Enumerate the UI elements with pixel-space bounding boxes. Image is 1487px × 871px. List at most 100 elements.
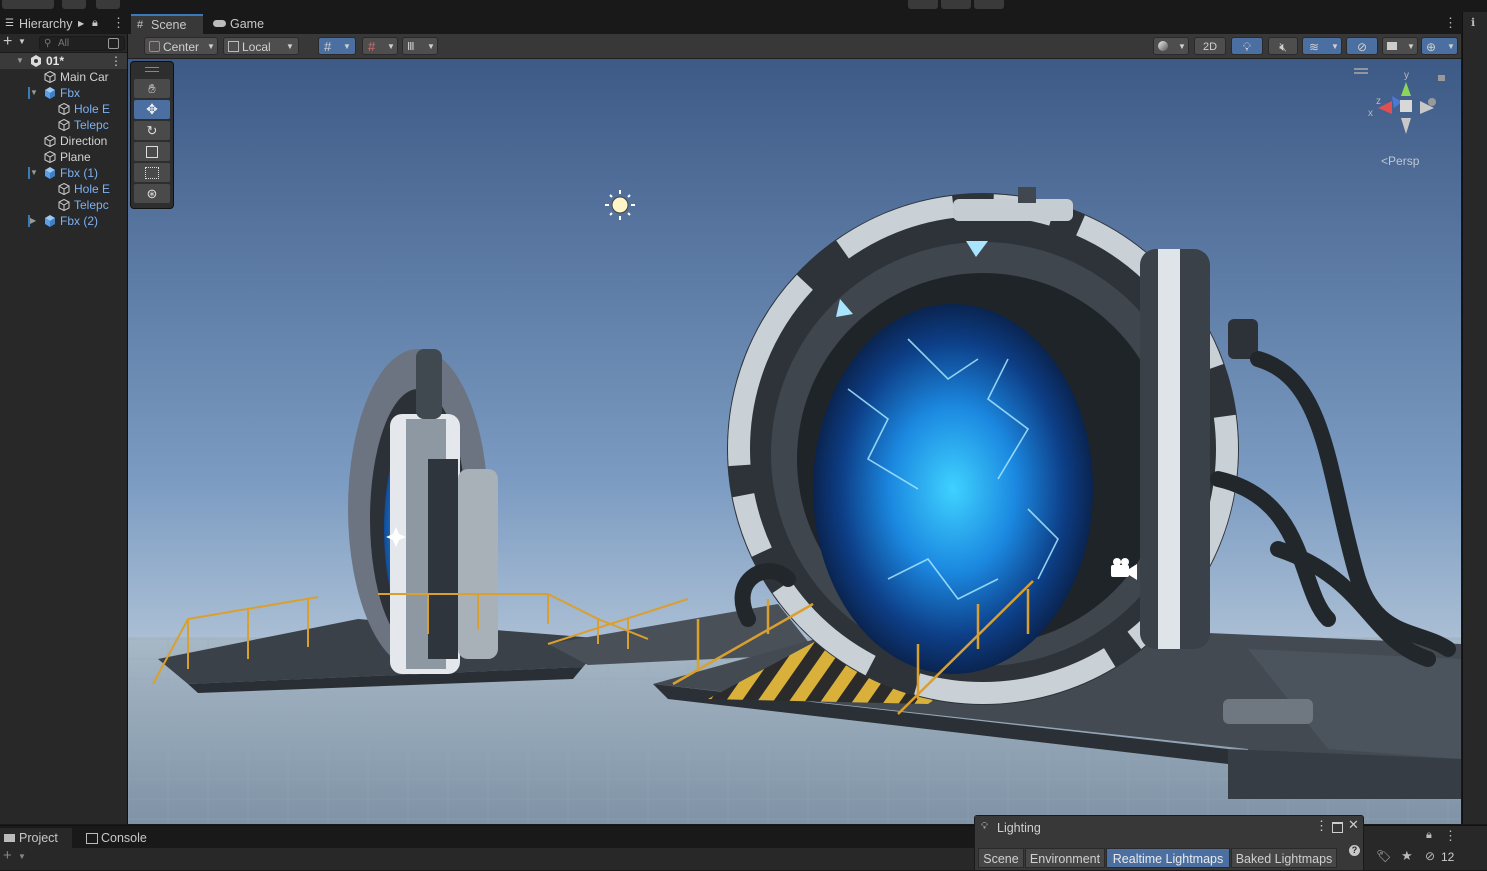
hierarchy-item[interactable]: Telepc: [0, 197, 127, 213]
lighting-toggle-button[interactable]: 💡︎: [1231, 37, 1263, 55]
gizmos-button[interactable]: ⊕ ▼: [1421, 37, 1458, 55]
hierarchy-item[interactable]: Telepc: [0, 117, 127, 133]
lighting-tab[interactable]: Realtime Lightmaps: [1106, 848, 1230, 868]
play-button[interactable]: [908, 0, 938, 9]
scene-viewport[interactable]: y x z <Persp: [128, 59, 1461, 824]
scene-more-icon[interactable]: ⋮: [110, 53, 122, 69]
increment-snap-button[interactable]: Ⅲ ▼: [402, 37, 438, 55]
panel-tab-row: ☰ Hierarchy ▶ 🔒︎ ⋮ # Scene Game ⋮: [0, 12, 1487, 35]
pivot-space-dropdown[interactable]: Local ▼: [223, 37, 299, 55]
draw-mode-button[interactable]: ▼: [1153, 37, 1189, 55]
pivot-mode-dropdown[interactable]: Center ▼: [144, 37, 218, 55]
hierarchy-item[interactable]: ▶ Fbx (2): [0, 213, 127, 229]
chevron-down-icon[interactable]: ▼: [30, 85, 40, 101]
hierarchy-item[interactable]: ▼ Fbx (1): [0, 165, 127, 181]
tab-game-label: Game: [230, 17, 265, 31]
console-icon: [86, 833, 98, 844]
gameobject-cube-icon: [58, 182, 70, 196]
lighting-title-tab[interactable]: 💡︎ Lighting: [975, 816, 1061, 840]
folder-icon: [4, 834, 15, 842]
chevron-down-icon[interactable]: ▼: [16, 53, 26, 69]
lightbulb-icon: 💡︎: [981, 821, 988, 832]
lighting-tab[interactable]: Environment: [1025, 848, 1105, 868]
info-icon[interactable]: ℹ︎: [1471, 16, 1475, 29]
search-icon: ⚲: [44, 38, 52, 49]
gameobject-cube-icon: [44, 70, 56, 84]
move-tool-button[interactable]: ✥: [134, 100, 170, 119]
pivot-mode-label: Center: [163, 40, 200, 54]
favorite-star-icon[interactable]: ★: [1401, 848, 1413, 864]
chevron-down-icon[interactable]: ▼: [30, 165, 40, 181]
tab-scene[interactable]: # Scene: [131, 14, 203, 34]
lighting-tab[interactable]: Scene: [978, 848, 1024, 868]
chevron-down-icon: ▼: [207, 42, 215, 51]
tab-game[interactable]: Game: [210, 14, 280, 34]
close-icon[interactable]: ✕: [1348, 817, 1359, 833]
hierarchy-more-icon[interactable]: ⋮: [112, 15, 125, 31]
lighting-window: 💡︎ Lighting ⋮ ✕ Scene Environment Realtime…: [974, 815, 1364, 871]
chevron-down-icon[interactable]: ▼: [18, 37, 26, 46]
hierarchy-item-label: Fbx (2): [60, 214, 99, 228]
chevron-down-icon: ▼: [427, 42, 435, 51]
account-button[interactable]: [2, 0, 54, 9]
scene-visibility-button[interactable]: ⊘: [1346, 37, 1378, 55]
gizmo-globe-icon: ⊕: [1426, 40, 1437, 54]
scene-render: y x z <Persp: [128, 59, 1461, 824]
camera-settings-button[interactable]: ▼: [1382, 37, 1418, 55]
tab-project[interactable]: Project: [0, 828, 72, 848]
scale-tool-button[interactable]: [134, 142, 170, 161]
palette-grip-icon[interactable]: [145, 67, 159, 72]
tab-console[interactable]: Console: [84, 828, 164, 848]
tab-hierarchy[interactable]: ☰ Hierarchy ▶ 🔒︎: [2, 14, 102, 34]
hierarchy-list: ▼ 01* ⋮ Main Car ▼ Fbx Hole E Telepc Direction Pl…: [0, 53, 127, 229]
hierarchy-search-input[interactable]: ⚲ All: [39, 36, 125, 51]
pause-button[interactable]: [941, 0, 971, 9]
rect-tool-button[interactable]: [134, 163, 170, 182]
hidden-eye-icon[interactable]: ⊘: [1425, 849, 1435, 863]
lock-icon[interactable]: 🔒︎: [92, 13, 98, 33]
hierarchy-item[interactable]: ▼ Fbx: [0, 85, 127, 101]
lighting-more-icon[interactable]: ⋮: [1315, 818, 1328, 834]
shading-sphere-icon: [1158, 41, 1168, 51]
hierarchy-item-label: Hole E: [74, 102, 111, 116]
hierarchy-item-label: Main Car: [60, 70, 109, 84]
gameobject-cube-icon: [58, 198, 70, 212]
hierarchy-scene-row[interactable]: ▼ 01* ⋮: [0, 53, 127, 69]
chevron-down-icon[interactable]: ▼: [18, 852, 26, 861]
label-tag-icon[interactable]: 🏷︎: [1376, 849, 1391, 863]
add-icon[interactable]: +: [3, 847, 12, 864]
collab-button[interactable]: [96, 0, 120, 9]
hierarchy-item-label: Telepc: [74, 198, 109, 212]
grid-snap-button[interactable]: # ▼: [318, 37, 356, 55]
transform-icon: ⊛: [146, 185, 158, 201]
cloud-button[interactable]: [62, 0, 86, 9]
filter-icon[interactable]: [108, 38, 119, 49]
grid-visibility-button[interactable]: # ▼: [362, 37, 398, 55]
scene-more-icon[interactable]: ⋮: [1444, 15, 1457, 31]
hierarchy-item[interactable]: Direction: [0, 133, 127, 149]
hierarchy-item[interactable]: Hole E: [0, 181, 127, 197]
2d-toggle-button[interactable]: 2D: [1194, 37, 1226, 55]
bottom-lock-icon[interactable]: 🔒︎: [1426, 829, 1432, 842]
bottom-more-icon[interactable]: ⋮: [1444, 828, 1457, 844]
hand-tool-button[interactable]: ✋︎: [134, 79, 170, 98]
chevron-right-icon[interactable]: ▶: [30, 213, 40, 229]
chevron-down-icon: ▼: [387, 42, 395, 51]
add-icon[interactable]: +: [3, 33, 12, 51]
effects-toggle-button[interactable]: ≋ ▼: [1302, 37, 1342, 55]
layers-icon: ≋: [1309, 40, 1320, 54]
audio-toggle-button[interactable]: 🔇︎: [1268, 37, 1298, 55]
step-button[interactable]: [974, 0, 1004, 9]
rotate-tool-button[interactable]: ↻: [134, 121, 170, 140]
gizmo-axis-x: x: [1368, 108, 1373, 119]
mute-icon: 🔇︎: [1279, 40, 1287, 54]
help-icon[interactable]: ?: [1349, 845, 1360, 856]
chevron-down-icon: ▼: [343, 42, 351, 51]
hierarchy-item[interactable]: Main Car: [0, 69, 127, 85]
transform-tool-button[interactable]: ⊛: [134, 184, 170, 203]
maximize-icon[interactable]: [1332, 822, 1343, 833]
hierarchy-item[interactable]: Hole E: [0, 101, 127, 117]
lighting-tab[interactable]: Baked Lightmaps: [1231, 848, 1337, 868]
hierarchy-item[interactable]: Plane: [0, 149, 127, 165]
prefab-cube-icon: [44, 215, 56, 227]
